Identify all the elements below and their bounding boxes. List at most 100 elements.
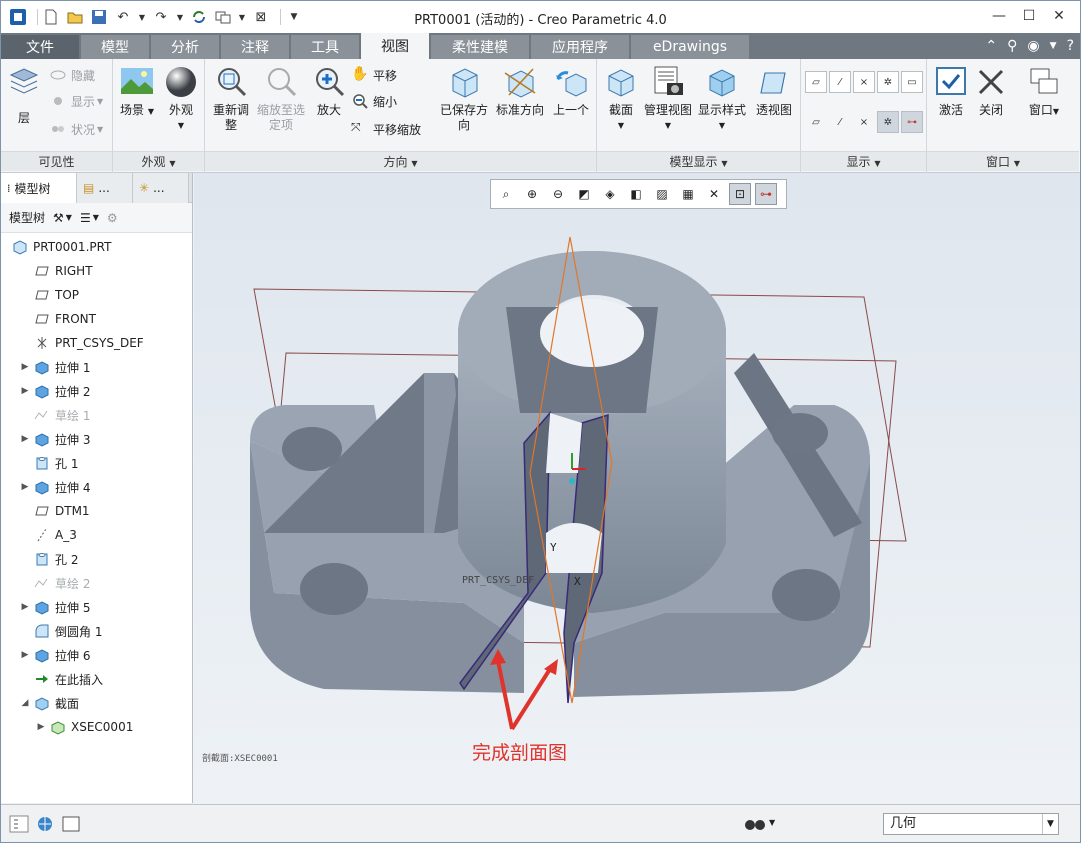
tree-settings-dropdown-icon[interactable]: ▼	[66, 213, 72, 222]
tree-item[interactable]: ▶ 拉伸 1	[1, 355, 192, 379]
tree-item[interactable]: 孔 1	[1, 451, 192, 475]
navigator-toggle-icon[interactable]	[9, 815, 29, 833]
perspective-button[interactable]: 透视图	[749, 65, 799, 118]
tree-item[interactable]: ▶ 拉伸 6	[1, 643, 192, 667]
graphics-viewport[interactable]: ⌕ ⊕ ⊖ ◩ ◈ ◧ ▨ ▦ ✕ ⊡ ⊶ Y X PRT_CSYS_DEF 完…	[194, 173, 1080, 803]
section-button[interactable]: 截面 ▼	[599, 65, 643, 133]
full-screen-icon[interactable]	[61, 815, 81, 833]
find-dropdown-icon[interactable]: ▼	[769, 818, 775, 827]
tree-item[interactable]: DTM1	[1, 499, 192, 523]
tree-item[interactable]: RIGHT	[1, 259, 192, 283]
windows-dropdown-icon[interactable]: ▼	[238, 8, 246, 26]
maximize-icon[interactable]: ☐	[1014, 5, 1044, 27]
zoom-out-button[interactable]: 缩小	[351, 89, 397, 113]
tree-item[interactable]: ▶ 拉伸 2	[1, 379, 192, 403]
plane-display-toggle[interactable]: ▱	[805, 71, 827, 93]
spin-center-toggle[interactable]: ⊶	[901, 111, 923, 133]
tab-edrawings[interactable]: eDrawings	[631, 35, 749, 59]
appearance-button[interactable]: 外观 ▼	[159, 65, 203, 133]
tree-filter-icon[interactable]: ⚙	[107, 211, 118, 225]
tree-item[interactable]: PRT0001.PRT	[1, 235, 192, 259]
tab-flexible-modeling[interactable]: 柔性建模	[431, 35, 529, 59]
windows-button[interactable]: 窗口▼	[1019, 65, 1069, 119]
new-file-icon[interactable]	[42, 8, 60, 26]
tab-tools[interactable]: 工具	[291, 35, 359, 59]
redo-dropdown-icon[interactable]: ▼	[176, 8, 184, 26]
tree-item[interactable]: 草绘 2	[1, 571, 192, 595]
plane-tag-toggle[interactable]: ▱	[805, 111, 827, 133]
pan-button[interactable]: ✋ 平移	[351, 63, 397, 87]
manage-views-button[interactable]: 管理视图 ▼	[643, 65, 693, 133]
expand-arrow-icon[interactable]: ▶	[17, 602, 33, 612]
close-icon[interactable]: ✕	[1044, 5, 1074, 27]
tree-item[interactable]: ▶ 拉伸 4	[1, 475, 192, 499]
show-list-icon[interactable]: ☰	[80, 211, 91, 225]
expand-arrow-icon[interactable]: ▶	[17, 650, 33, 660]
save-icon[interactable]	[90, 8, 108, 26]
axis-display-toggle[interactable]: ⁄	[829, 71, 851, 93]
pan-zoom-button[interactable]: ⤧ 平移缩放	[351, 117, 421, 141]
expand-arrow-icon[interactable]: ▶	[17, 362, 33, 372]
tree-item[interactable]: ▶ 拉伸 5	[1, 595, 192, 619]
tree-item[interactable]: 在此插入	[1, 667, 192, 691]
point-display-toggle[interactable]: ×	[853, 71, 875, 93]
scene-button[interactable]: 场景 ▼	[115, 65, 159, 119]
axis-tag-toggle[interactable]: ⁄	[829, 111, 851, 133]
tree-item[interactable]: 孔 2	[1, 547, 192, 571]
previous-orientation-button[interactable]: 上一个	[547, 65, 595, 118]
expand-arrow-icon[interactable]: ▶	[17, 434, 33, 444]
undo-dropdown-icon[interactable]: ▼	[138, 8, 146, 26]
tree-item[interactable]: ▶ XSEC0001	[1, 715, 192, 739]
zoom-in-button[interactable]: 放大	[309, 65, 349, 118]
standard-orientation-button[interactable]: 标准方向	[493, 65, 547, 118]
tab-folder-browser[interactable]: ▤ ...	[77, 173, 133, 203]
activate-button[interactable]: 激活	[929, 65, 973, 118]
undo-icon[interactable]: ↶	[114, 8, 132, 26]
tree-item[interactable]: ◢ 截面	[1, 691, 192, 715]
tab-favorites[interactable]: ✳ ...	[133, 173, 189, 203]
saved-orientations-button[interactable]: 已保存方向	[437, 65, 491, 133]
tab-model[interactable]: 模型	[81, 35, 149, 59]
regenerate-icon[interactable]	[190, 8, 208, 26]
redo-icon[interactable]: ↷	[152, 8, 170, 26]
creo-app-icon[interactable]	[9, 8, 27, 26]
tree-item[interactable]: 草绘 1	[1, 403, 192, 427]
hide-button[interactable]: 隐藏	[49, 63, 95, 87]
close-window-icon[interactable]: ⊠	[252, 8, 270, 26]
point-tag-toggle[interactable]: ×	[853, 111, 875, 133]
zoom-to-selected-button[interactable]: 缩放至选定项	[255, 65, 307, 133]
tree-item[interactable]: FRONT	[1, 307, 192, 331]
find-icon[interactable]	[743, 815, 767, 833]
customize-qa-icon[interactable]: ▼	[285, 8, 303, 26]
help-dropdown-icon[interactable]: ▼	[1050, 41, 1057, 51]
tree-item[interactable]: ▶ 拉伸 3	[1, 427, 192, 451]
collapse-ribbon-icon[interactable]: ⌃	[985, 38, 997, 54]
display-style-button[interactable]: 显示样式 ▼	[695, 65, 749, 133]
search-icon[interactable]: ⚲	[1007, 38, 1017, 54]
expand-arrow-icon[interactable]: ▶	[17, 482, 33, 492]
tree-item[interactable]: A_3	[1, 523, 192, 547]
tree-settings-icon[interactable]: ⚒	[53, 211, 64, 225]
refit-button[interactable]: 重新调整	[207, 65, 255, 133]
show-button[interactable]: 显示 ▼	[49, 89, 103, 113]
csys-display-toggle[interactable]: ✲	[877, 71, 899, 93]
minimize-icon[interactable]: —	[984, 5, 1014, 27]
browser-toggle-icon[interactable]	[35, 815, 55, 833]
tab-view[interactable]: 视图	[361, 33, 429, 59]
csys-tag-toggle[interactable]: ✲	[877, 111, 899, 133]
tab-file[interactable]: 文件	[1, 35, 79, 59]
selection-filter[interactable]: 几何 ▼	[883, 813, 1059, 835]
tab-analysis[interactable]: 分析	[151, 35, 219, 59]
tab-model-tree[interactable]: ⁞ 模型树	[1, 173, 77, 203]
tree-item[interactable]: 倒圆角 1	[1, 619, 192, 643]
expand-arrow-icon[interactable]: ◢	[17, 698, 33, 708]
help-center-icon[interactable]: ◉	[1027, 38, 1039, 54]
help-icon[interactable]: ?	[1067, 38, 1074, 54]
close-window-button[interactable]: 关闭	[971, 65, 1011, 118]
tree-item[interactable]: TOP	[1, 283, 192, 307]
filter-dropdown-icon[interactable]: ▼	[1042, 814, 1058, 834]
layer-button[interactable]: 层	[1, 65, 47, 126]
status-button[interactable]: 状况 ▼	[49, 117, 103, 141]
expand-arrow-icon[interactable]: ▶	[33, 722, 49, 732]
show-dropdown-icon[interactable]: ▼	[93, 213, 99, 222]
